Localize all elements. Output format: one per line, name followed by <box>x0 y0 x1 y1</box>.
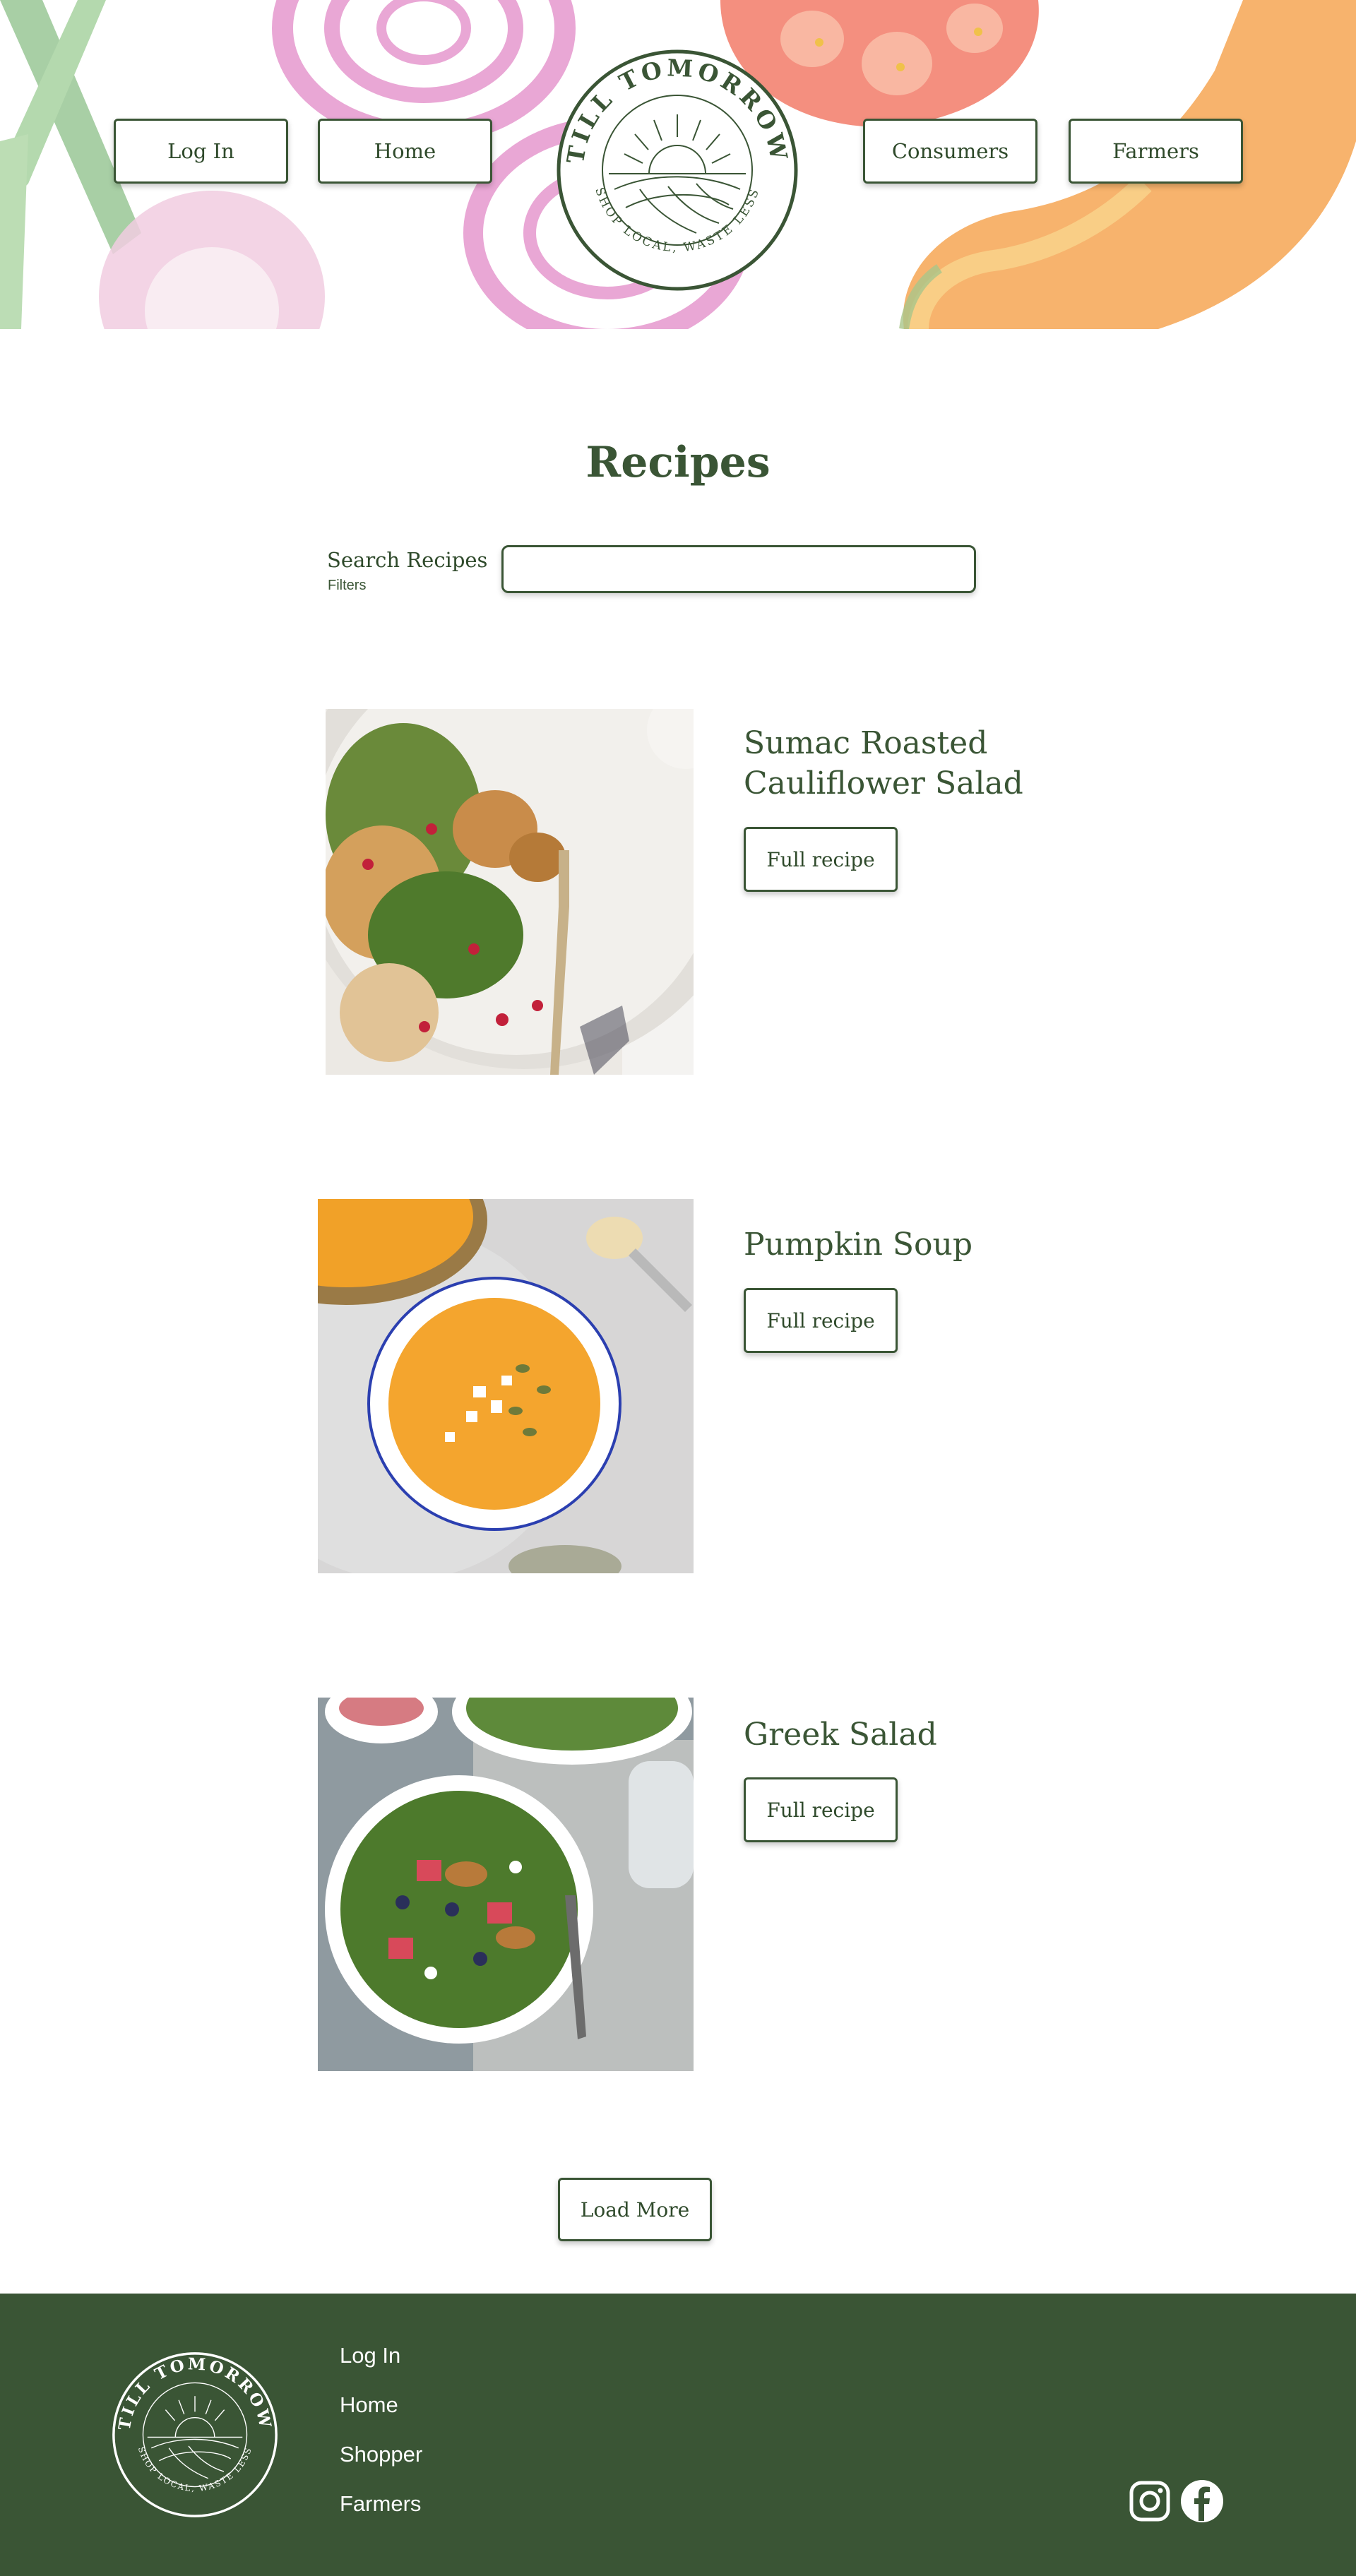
logo-text-bottom: SHOP LOCAL, WASTE LESS <box>136 2445 252 2493</box>
nav-login-button[interactable]: Log In <box>114 119 288 184</box>
recipe-image-greek-salad[interactable] <box>318 1698 694 2071</box>
load-more-button[interactable]: Load More <box>558 2178 712 2241</box>
recipe-title-line: Greek Salad <box>744 1717 937 1753</box>
full-recipe-button[interactable]: Full recipe <box>744 1288 898 1353</box>
recipe-title-line: Pumpkin Soup <box>744 1227 973 1263</box>
nav-home-button[interactable]: Home <box>318 119 492 184</box>
full-recipe-button[interactable]: Full recipe <box>744 1777 898 1842</box>
recipe-title-line: Cauliflower Salad <box>744 765 1023 801</box>
search-recipes-label: Search Recipes <box>327 548 488 572</box>
page-title: Recipes <box>585 438 771 487</box>
footer-link-farmers[interactable]: Farmers <box>340 2491 421 2517</box>
till-tomorrow-logo[interactable]: TILL TOMORROW SHOP LOCAL, WASTE LESS <box>110 2350 280 2520</box>
recipe-title: Greek Salad <box>744 1715 1111 1755</box>
footer-link-login[interactable]: Log In <box>340 2343 400 2368</box>
recipe-title: Sumac Roasted Cauliflower Salad <box>744 723 1111 804</box>
site-footer: TILL TOMORROW SHOP LOCAL, WASTE LESS Log… <box>0 2294 1356 2576</box>
instagram-icon[interactable] <box>1129 2480 1171 2522</box>
filters-link[interactable]: Filters <box>328 578 366 594</box>
nav-consumers-button[interactable]: Consumers <box>863 119 1037 184</box>
nav-farmers-button[interactable]: Farmers <box>1069 119 1243 184</box>
sunrise-fields-icon <box>147 2396 243 2479</box>
facebook-icon[interactable] <box>1181 2480 1223 2522</box>
svg-text:TILL TOMORROW: TILL TOMORROW <box>116 2355 275 2431</box>
footer-link-shopper[interactable]: Shopper <box>340 2442 422 2467</box>
recipe-title: Pumpkin Soup <box>744 1224 1111 1265</box>
full-recipe-button[interactable]: Full recipe <box>744 827 898 892</box>
site-header: Log In Home Consumers Farmers TILL TOMOR… <box>0 0 1356 329</box>
recipe-title-line: Sumac Roasted <box>744 725 988 761</box>
logo-text-top: TILL TOMORROW <box>116 2355 273 2431</box>
recipe-image-pumpkin-soup[interactable] <box>318 1199 694 1573</box>
recipe-image-cauliflower-salad[interactable] <box>326 709 694 1075</box>
svg-text:SHOP LOCAL, WASTE LESS: SHOP LOCAL, WASTE LESS <box>136 2445 254 2493</box>
search-input[interactable] <box>501 545 976 593</box>
till-tomorrow-logo[interactable]: TILL TOMORROW SHOP LOCAL, WASTE LESS <box>555 48 799 292</box>
footer-link-home[interactable]: Home <box>340 2392 398 2418</box>
